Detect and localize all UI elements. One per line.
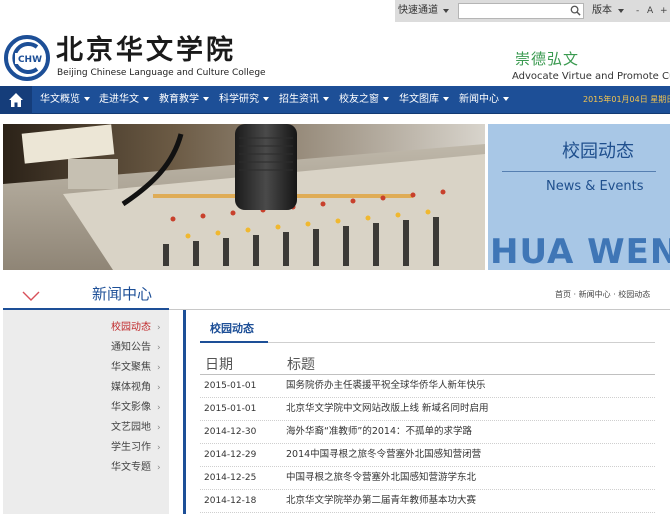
tab-baseline [200, 342, 655, 343]
banner-title: 校园动态 [562, 141, 634, 162]
nav-item-education[interactable]: 教育教学 [159, 86, 209, 114]
nav-item-overview[interactable]: 华文概览 [40, 86, 90, 114]
nav-item-news[interactable]: 新闻中心 [459, 86, 509, 114]
table-row[interactable]: 2014-12-25 中国寻根之旅冬令营塞外北国感知营游学东北 [200, 467, 655, 490]
search-icon[interactable] [570, 5, 581, 16]
row-date: 2014-12-25 [204, 473, 257, 483]
chevron-down-icon [203, 97, 209, 101]
chevron-right-icon: › [157, 403, 161, 413]
row-date: 2014-12-18 [204, 496, 257, 506]
quick-access-dropdown[interactable]: 快速通道 [398, 3, 454, 19]
breadcrumb[interactable]: 首页 · 新闻中心 · 校园动态 [555, 288, 650, 302]
table-row[interactable]: 2014-12-18 北京华文学院举办第二届青年教师基本功大赛 [200, 490, 655, 513]
utility-bar: 快速通道 版本 - A + [0, 0, 670, 22]
sidebar-item-topics[interactable]: 华文专题 › [3, 458, 169, 478]
sidebar-item-notices[interactable]: 通知公告 › [3, 338, 169, 358]
row-date: 2015-01-01 [204, 381, 257, 391]
sidebar-item-arts[interactable]: 文艺园地 › [3, 418, 169, 438]
row-date: 2014-12-29 [204, 450, 257, 460]
college-logo-icon[interactable]: CHW [4, 35, 50, 81]
table-row[interactable]: 2014-12-30 海外华裔“准教师”的2014：不孤单的求学路 [200, 421, 655, 444]
row-date: 2014-12-30 [204, 427, 257, 437]
logo-mark-text: CHW [18, 55, 42, 65]
table-row[interactable]: 2015-01-01 国务院侨办主任裘援平祝全球华侨华人新年快乐 [200, 375, 655, 398]
mixing-console-illustration [3, 124, 485, 270]
sidebar: 校园动态 › 通知公告 › 华文聚焦 › 媒体视角 › 华文影像 › 文艺园地 › 学生习作… [3, 310, 169, 514]
chevron-down-icon [443, 9, 449, 13]
sidebar-item-campus-news[interactable]: 校园动态 › [3, 318, 169, 338]
section-title: 新闻中心 [92, 285, 153, 303]
banner-photo [3, 124, 485, 270]
sidebar-item-focus[interactable]: 华文聚焦 › [3, 358, 169, 378]
sidebar-item-media[interactable]: 媒体视角 › [3, 378, 169, 398]
table-row[interactable]: 2015-01-01 北京华文学院中文网站改版上线 新域名同时启用 [200, 398, 655, 421]
row-title-link[interactable]: 北京华文学院中文网站改版上线 新域名同时启用 [286, 402, 489, 415]
nav-item-research[interactable]: 科学研究 [219, 86, 269, 114]
banner-side-panel: 校园动态 News & Events HUA WEN [488, 124, 670, 270]
banner-subtitle: News & Events [546, 179, 644, 194]
tab-active-underline [200, 341, 268, 343]
column-header-date: 日期 [205, 357, 233, 373]
row-title-link[interactable]: 国务院侨办主任裘援平祝全球华侨华人新年快乐 [286, 379, 486, 392]
chevron-down-icon [22, 291, 40, 301]
college-name-en: Beijing Chinese Language and Culture Col… [57, 68, 266, 78]
row-title-link[interactable]: 海外华裔“准教师”的2014：不孤单的求学路 [286, 425, 472, 438]
motto-cn: 崇德弘文 [515, 50, 580, 68]
main-nav: 华文概览 走进华文 教育教学 科学研究 招生资讯 校友之窗 华文图库 新闻中心 … [0, 86, 670, 114]
sidebar-item-images[interactable]: 华文影像 › [3, 398, 169, 418]
search-input[interactable] [458, 3, 584, 19]
banner-divider [502, 171, 656, 172]
row-date: 2015-01-01 [204, 404, 257, 414]
font-decrease-button[interactable]: - [636, 3, 639, 19]
nav-item-alumni[interactable]: 校友之窗 [339, 86, 389, 114]
version-dropdown[interactable]: 版本 [592, 3, 630, 19]
chevron-right-icon: › [157, 343, 161, 353]
chevron-right-icon: › [157, 383, 161, 393]
nav-item-about[interactable]: 走进华文 [99, 86, 149, 114]
content-divider [183, 310, 186, 514]
chevron-down-icon [443, 97, 449, 101]
chevron-right-icon: › [157, 323, 161, 333]
nav-item-gallery[interactable]: 华文图库 [399, 86, 449, 114]
row-title-link[interactable]: 北京华文学院举办第二届青年教师基本功大赛 [286, 494, 476, 507]
chevron-right-icon: › [157, 423, 161, 433]
nav-item-admissions[interactable]: 招生资讯 [279, 86, 329, 114]
chevron-right-icon: › [157, 443, 161, 453]
chevron-down-icon [263, 97, 269, 101]
tab-campus-news[interactable]: 校园动态 [210, 320, 254, 338]
current-date: 2015年01月04日 星期日 [583, 95, 670, 104]
chevron-down-icon [143, 97, 149, 101]
chevron-down-icon [84, 97, 90, 101]
version-label: 版本 [592, 5, 612, 16]
chevron-down-icon [323, 97, 329, 101]
college-name-cn[interactable]: 北京华文学院 [56, 36, 236, 66]
chevron-right-icon: › [157, 363, 161, 373]
section-rule-gray [169, 309, 670, 310]
row-title-link[interactable]: 中国寻根之旅冬令营塞外北国感知营游学东北 [286, 471, 476, 484]
row-title-link[interactable]: 2014中国寻根之旅冬令营塞外北国感知营闭营 [286, 448, 481, 461]
chevron-down-icon [503, 97, 509, 101]
column-header-title: 标题 [287, 357, 315, 373]
font-increase-button[interactable]: + [660, 3, 668, 19]
home-button[interactable] [0, 86, 32, 114]
quick-access-label: 快速通道 [398, 5, 438, 16]
motto-en: Advocate Virtue and Promote Culture [512, 71, 670, 82]
banner-big-text: HUA WEN [490, 232, 670, 270]
chevron-right-icon: › [157, 463, 161, 473]
chevron-down-icon [618, 9, 624, 13]
table-row[interactable]: 2014-12-29 2014中国寻根之旅冬令营塞外北国感知营闭营 [200, 444, 655, 467]
sidebar-item-student-writing[interactable]: 学生习作 › [3, 438, 169, 458]
home-icon [9, 93, 23, 107]
font-normal-button[interactable]: A [647, 3, 653, 19]
chevron-down-icon [383, 97, 389, 101]
